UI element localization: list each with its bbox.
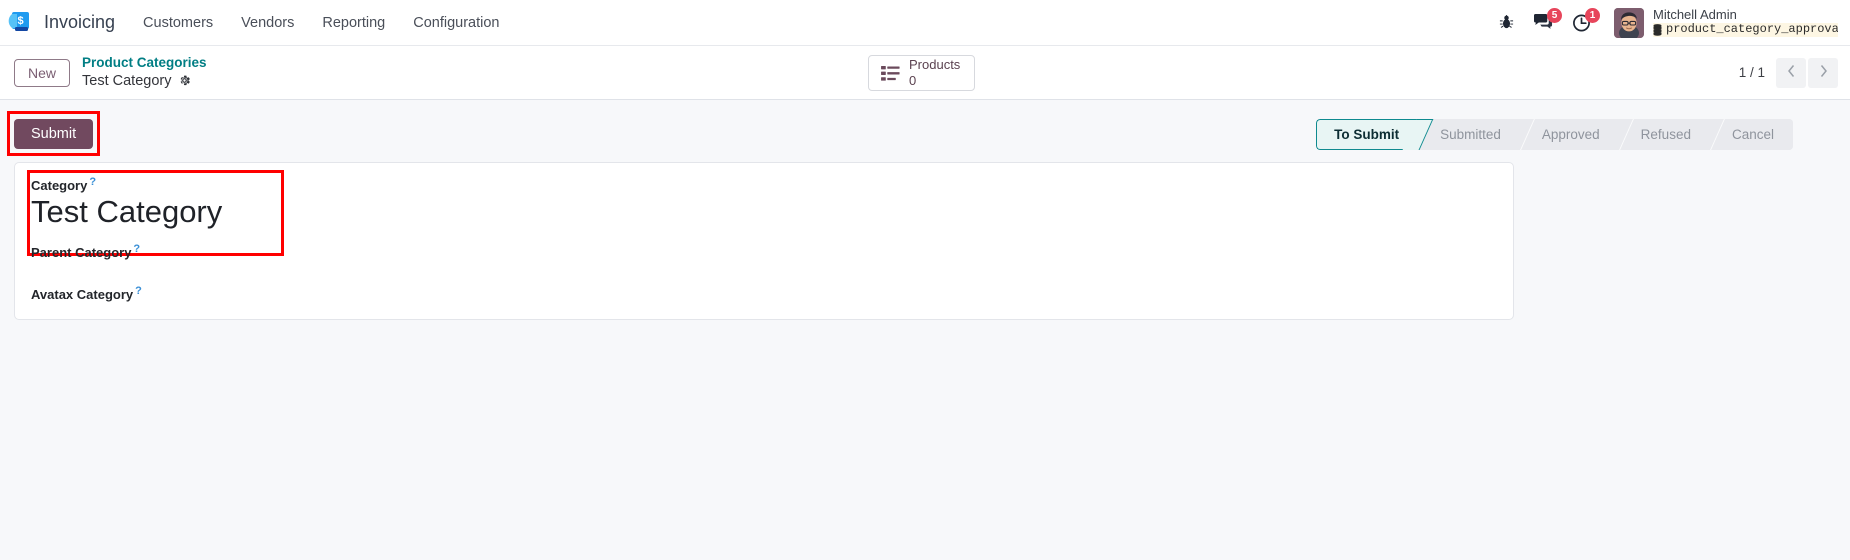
field-parent-category-label: Parent Category ? <box>31 243 140 260</box>
activities-badge: 1 <box>1585 7 1600 23</box>
status-stage-to-submit[interactable]: To Submit <box>1316 118 1419 150</box>
field-category: Category ? Test Category <box>27 170 1495 256</box>
gear-icon[interactable] <box>178 74 191 87</box>
messages-icon[interactable]: 5 <box>1533 8 1562 32</box>
products-smart-button-label: Products <box>909 57 961 73</box>
field-parent-category-input[interactable] <box>31 262 1495 275</box>
field-avatax-category-label: Avatax Category ? <box>31 285 142 302</box>
field-avatax-category: Avatax Category ? <box>31 285 1495 317</box>
menu-item-customers[interactable]: Customers <box>143 15 213 31</box>
chevron-left-icon <box>1787 64 1796 81</box>
new-button[interactable]: New <box>14 58 71 87</box>
messages-badge: 5 <box>1547 8 1562 23</box>
menu-item-configuration[interactable]: Configuration <box>413 15 499 31</box>
field-avatax-category-label-text: Avatax Category <box>31 286 134 302</box>
form-sheet: Category ? Test Category Parent Category… <box>14 162 1514 320</box>
status-stage-submitted[interactable]: Submitted <box>1418 118 1520 150</box>
navbar-right-tools: 5 1 Mitchell Admin product_category_appr… <box>1498 7 1838 38</box>
products-smart-button-text: Products 0 <box>909 57 960 88</box>
submit-button-wrapper: Submit <box>7 111 101 156</box>
help-tooltip-icon[interactable]: ? <box>135 285 142 297</box>
field-parent-category: Parent Category ? <box>31 243 1495 275</box>
smart-button-area: Products 0 <box>868 55 976 91</box>
chevron-right-icon <box>1819 64 1828 81</box>
status-bar: To Submit Submitted Approved Refused Can… <box>1316 118 1793 150</box>
database-name: product_category_approva… <box>1666 23 1838 37</box>
field-category-label: Category ? <box>31 177 96 194</box>
list-view-icon <box>881 65 900 82</box>
breadcrumb-current: Test Category <box>82 72 207 90</box>
menu-item-vendors[interactable]: Vendors <box>241 15 294 31</box>
breadcrumb-parent-link[interactable]: Product Categories <box>82 55 207 72</box>
status-stage-refused[interactable]: Refused <box>1618 118 1710 150</box>
control-panel: New Product Categories Test Category Pro… <box>0 46 1850 100</box>
odoo-invoicing-logo[interactable]: $ <box>8 10 34 36</box>
submit-button[interactable]: Submit <box>14 119 94 149</box>
database-badge: product_category_approva… <box>1653 23 1838 37</box>
help-tooltip-icon[interactable]: ? <box>89 177 96 188</box>
menu-item-reporting[interactable]: Reporting <box>322 15 385 31</box>
main-menu: Customers Vendors Reporting Configuratio… <box>143 15 499 31</box>
pager-next-button[interactable] <box>1808 57 1838 88</box>
user-info: Mitchell Admin product_category_approva… <box>1653 7 1838 37</box>
pager-counter[interactable]: 1 / 1 <box>1739 65 1765 80</box>
pager: 1 / 1 <box>1739 57 1838 88</box>
products-smart-button[interactable]: Products 0 <box>868 55 976 91</box>
field-category-label-text: Category <box>31 178 88 193</box>
app-name[interactable]: Invoicing <box>44 12 115 33</box>
form-header-row: Submit To Submit Submitted Approved Refu… <box>0 111 1850 156</box>
user-name: Mitchell Admin <box>1653 7 1737 23</box>
pager-previous-button[interactable] <box>1776 57 1806 88</box>
database-icon <box>1653 24 1662 36</box>
products-smart-button-count: 0 <box>909 73 917 88</box>
field-parent-category-label-text: Parent Category <box>31 244 132 260</box>
help-tooltip-icon[interactable]: ? <box>133 243 140 255</box>
breadcrumb-current-label: Test Category <box>82 72 172 89</box>
field-category-input[interactable]: Test Category <box>31 194 1495 230</box>
form-view: Submit To Submit Submitted Approved Refu… <box>0 100 1850 560</box>
status-stage-approved[interactable]: Approved <box>1519 118 1619 150</box>
top-navbar: $ Invoicing Customers Vendors Reporting … <box>0 0 1850 46</box>
activities-clock-icon[interactable]: 1 <box>1572 7 1600 33</box>
svg-text:$: $ <box>17 15 23 27</box>
avatar <box>1614 7 1644 38</box>
bug-icon[interactable] <box>1498 14 1515 31</box>
user-menu[interactable]: Mitchell Admin product_category_approva… <box>1614 7 1838 38</box>
field-avatax-category-input[interactable] <box>31 304 1495 317</box>
breadcrumb: Product Categories Test Category <box>82 55 207 90</box>
